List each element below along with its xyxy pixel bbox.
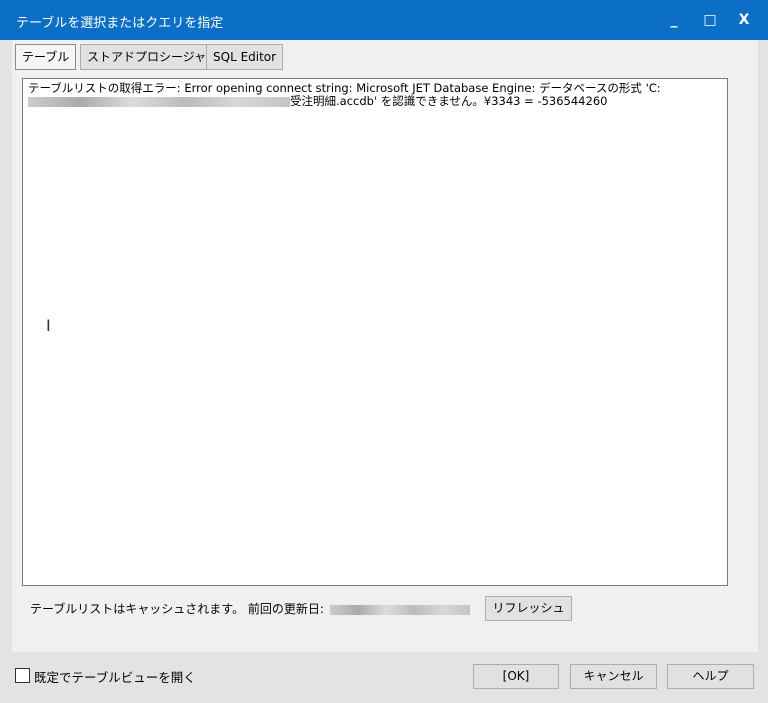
maximize-button[interactable]: □	[692, 8, 728, 32]
cache-status-text: テーブルリストはキャッシュされます。 前回の更新日:	[30, 602, 324, 616]
error-message-suffix: 受注明細.accdb' を認識できません。¥3343 = -536544260	[290, 94, 608, 108]
redacted-date	[329, 604, 470, 615]
title-bar: テーブルを選択またはクエリを指定 _ □ X	[0, 0, 768, 40]
text-cursor-icon: I	[46, 316, 51, 335]
tab-tables[interactable]: テーブル	[15, 44, 77, 70]
help-button[interactable]: ヘルプ	[667, 664, 754, 689]
open-table-view-label[interactable]: 既定でテーブルビューを開く	[34, 667, 196, 686]
window-title: テーブルを選択またはクエリを指定	[16, 16, 224, 31]
refresh-button[interactable]: リフレッシュ	[485, 596, 572, 621]
close-button[interactable]: X	[726, 8, 762, 32]
error-message-line2: 受注明細.accdb' を認識できません。¥3343 = -536544260	[28, 95, 722, 108]
tab-stored-procedures[interactable]: ストアドプロシージャ	[80, 44, 214, 70]
open-table-view-checkbox[interactable]	[15, 668, 30, 683]
cancel-button[interactable]: キャンセル	[570, 664, 657, 689]
main-panel: テーブル ストアドプロシージャ SQL Editor テーブルリストの取得エラー…	[12, 40, 758, 652]
tab-sql-editor[interactable]: SQL Editor	[206, 44, 284, 70]
ok-button[interactable]: [OK]	[473, 664, 559, 689]
cache-status: テーブルリストはキャッシュされます。 前回の更新日:	[30, 600, 470, 617]
table-list-box[interactable]: テーブルリストの取得エラー: Error opening connect str…	[22, 78, 728, 586]
redacted-path	[28, 96, 290, 107]
minimize-button[interactable]: _	[656, 8, 692, 32]
